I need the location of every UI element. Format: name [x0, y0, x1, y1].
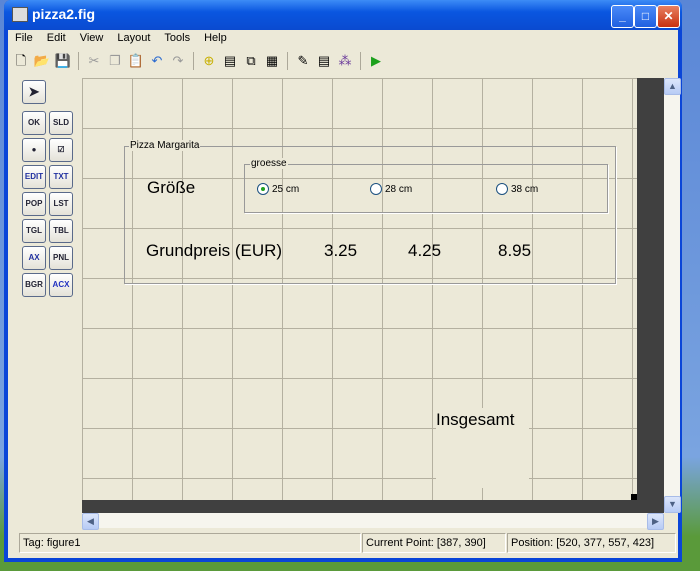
separator: [360, 52, 361, 70]
radio-icon: [496, 183, 508, 195]
separator: [287, 52, 288, 70]
copy-icon[interactable]: ❐: [106, 53, 124, 69]
palette-edit[interactable]: EDIT: [22, 165, 46, 189]
palette-listbox[interactable]: LST: [49, 192, 73, 216]
palette-popup[interactable]: POP: [22, 192, 46, 216]
status-position: Position: [520, 377, 557, 423]: [507, 533, 676, 553]
palette-table[interactable]: TBL: [49, 219, 73, 243]
object-browser-icon[interactable]: ⁂: [336, 53, 354, 69]
panel-pizza-margarita[interactable]: Pizza Margarita Größe groesse 25 cm 28 c…: [124, 140, 616, 284]
buttongroup-groesse[interactable]: groesse 25 cm 28 cm 38 cm: [244, 158, 608, 213]
layout-canvas[interactable]: Pizza Margarita Größe groesse 25 cm 28 c…: [82, 78, 637, 500]
menu-view[interactable]: View: [73, 30, 111, 48]
palette-radiobutton[interactable]: ●: [22, 138, 46, 162]
vertical-scrollbar[interactable]: ▲ ▼: [664, 78, 681, 513]
title-bar: pizza2.fig _ □ ✕: [4, 0, 682, 30]
toolbar-editor-icon[interactable]: ▦: [263, 53, 281, 69]
menu-edit[interactable]: Edit: [40, 30, 73, 48]
size-label[interactable]: Größe: [147, 178, 195, 198]
menu-help[interactable]: Help: [197, 30, 234, 48]
canvas-border-right: [637, 78, 664, 513]
property-inspector-icon[interactable]: ▤: [315, 53, 333, 69]
align-icon[interactable]: ⊕: [200, 53, 218, 69]
separator: [193, 52, 194, 70]
menu-file[interactable]: File: [8, 30, 40, 48]
palette-activex[interactable]: ACX: [49, 273, 73, 297]
guide-window: pizza2.fig _ □ ✕ File Edit View Layout T…: [4, 0, 682, 562]
open-icon[interactable]: 📂: [33, 53, 51, 69]
horizontal-scrollbar[interactable]: ◀ ▶: [82, 513, 664, 530]
run-icon[interactable]: ▶: [367, 53, 385, 69]
palette-buttongroup[interactable]: BGR: [22, 273, 46, 297]
menu-layout[interactable]: Layout: [110, 30, 157, 48]
radio-28cm[interactable]: 28 cm: [370, 183, 412, 195]
radio-icon: [370, 183, 382, 195]
cut-icon[interactable]: ✂: [85, 53, 103, 69]
paste-icon[interactable]: 📋: [127, 53, 145, 69]
scroll-right-icon[interactable]: ▶: [647, 513, 664, 530]
palette-panel[interactable]: PNL: [49, 246, 73, 270]
resize-handle[interactable]: [631, 494, 637, 500]
guide-app-icon: [12, 7, 28, 22]
radio-label: 38 cm: [511, 183, 539, 195]
maximize-button[interactable]: □: [634, 5, 657, 28]
menu-tools[interactable]: Tools: [157, 30, 197, 48]
select-arrow-icon[interactable]: ➤: [22, 80, 46, 104]
total-text[interactable]: Insgesamt: [436, 408, 529, 488]
m-file-editor-icon[interactable]: ✎: [294, 53, 312, 69]
palette-toggle[interactable]: TGL: [22, 219, 46, 243]
palette-slider[interactable]: SLD: [49, 111, 73, 135]
radio-selected-icon: [257, 183, 269, 195]
menu-bar: File Edit View Layout Tools Help: [8, 30, 234, 48]
radio-38cm[interactable]: 38 cm: [496, 183, 538, 195]
palette-axes[interactable]: AX: [22, 246, 46, 270]
new-icon[interactable]: 🗋: [12, 53, 30, 69]
group-title: groesse: [250, 158, 288, 169]
menu-editor-icon[interactable]: ▤: [221, 53, 239, 69]
palette-checkbox[interactable]: ☑: [49, 138, 73, 162]
save-icon[interactable]: 💾: [54, 53, 72, 69]
close-button[interactable]: ✕: [657, 5, 680, 28]
radio-25cm[interactable]: 25 cm: [257, 183, 299, 195]
toolbar: 🗋 📂 💾 ✂ ❐ 📋 ↶ ↷ ⊕ ▤ ⧉ ▦ ✎ ▤ ⁂ ▶: [8, 50, 385, 72]
scroll-down-icon[interactable]: ▼: [664, 496, 681, 513]
palette-text[interactable]: TXT: [49, 165, 73, 189]
radio-label: 25 cm: [272, 183, 300, 195]
price-38[interactable]: 8.95: [498, 241, 531, 261]
separator: [78, 52, 79, 70]
status-tag: Tag: figure1: [19, 533, 361, 553]
palette-pushbutton[interactable]: OK: [22, 111, 46, 135]
undo-icon[interactable]: ↶: [148, 53, 166, 69]
panel-title: Pizza Margarita: [129, 140, 201, 151]
canvas-border-bottom: [82, 500, 664, 513]
total-label: Insgesamt: [436, 410, 515, 429]
radio-label: 28 cm: [385, 183, 413, 195]
window-title: pizza2.fig: [32, 6, 96, 22]
minimize-button[interactable]: _: [611, 5, 634, 28]
redo-icon[interactable]: ↷: [169, 53, 187, 69]
tab-order-icon[interactable]: ⧉: [242, 53, 260, 69]
scroll-left-icon[interactable]: ◀: [82, 513, 99, 530]
client-area: File Edit View Layout Tools Help 🗋 📂 💾 ✂…: [8, 30, 681, 558]
scroll-up-icon[interactable]: ▲: [664, 78, 681, 95]
price-28[interactable]: 4.25: [408, 241, 441, 261]
price-25[interactable]: 3.25: [324, 241, 357, 261]
price-label[interactable]: Grundpreis (EUR): [146, 241, 282, 261]
status-current-point: Current Point: [387, 390]: [362, 533, 506, 553]
